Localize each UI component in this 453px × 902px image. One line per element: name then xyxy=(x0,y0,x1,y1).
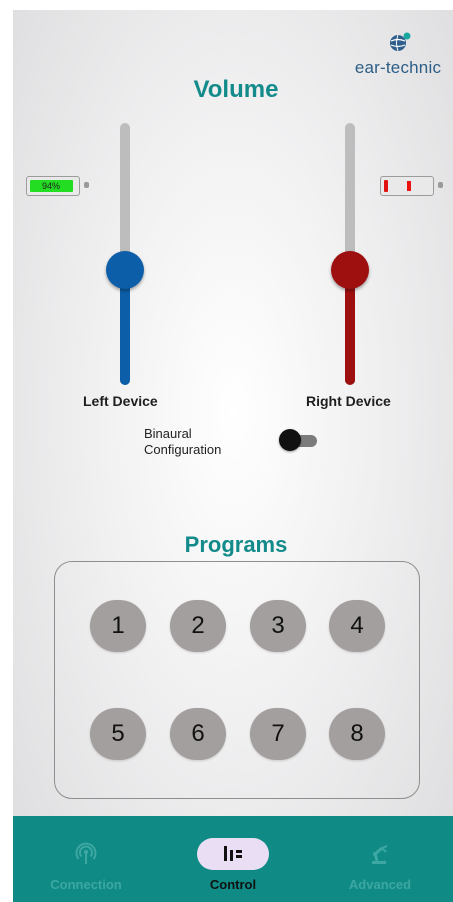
right-battery-level xyxy=(384,180,388,192)
left-slider-thumb[interactable] xyxy=(106,250,144,289)
binaural-label: Binaural Configuration xyxy=(144,426,221,458)
program-button-3[interactable]: 3 xyxy=(250,600,306,652)
nav-connection-label: Connection xyxy=(50,877,122,892)
program-button-4[interactable]: 4 xyxy=(329,600,385,652)
ear-technic-logo: ear-technic xyxy=(343,32,453,78)
robot-arm-icon xyxy=(372,845,388,864)
program-button-5[interactable]: 5 xyxy=(90,708,146,760)
right-volume-slider[interactable] xyxy=(330,123,370,385)
program-button-7[interactable]: 7 xyxy=(250,708,306,760)
battery-cap xyxy=(438,182,443,188)
bottom-navigation: Connection Control Advanced xyxy=(13,816,453,902)
logo-text: ear-technic xyxy=(354,58,442,77)
binaural-label-line2: Configuration xyxy=(144,442,222,457)
app-screen: ear-technic Volume 94% Left Device Right… xyxy=(13,10,453,902)
binaural-toggle[interactable] xyxy=(279,429,319,451)
program-button-8[interactable]: 8 xyxy=(329,708,385,760)
right-battery-warning-mark xyxy=(407,181,411,191)
programs-panel: 1 2 3 4 5 6 7 8 xyxy=(54,561,420,799)
left-volume-slider[interactable] xyxy=(105,123,145,385)
nav-advanced-label: Advanced xyxy=(348,877,412,892)
nav-connection[interactable]: Connection xyxy=(13,816,159,902)
right-battery-indicator xyxy=(380,176,443,196)
nav-advanced[interactable]: Advanced xyxy=(307,816,453,902)
nav-control-label: Control xyxy=(209,877,257,892)
left-device-label: Left Device xyxy=(83,393,158,409)
globe-icon xyxy=(390,32,411,52)
equalizer-icon xyxy=(224,846,242,861)
right-slider-thumb[interactable] xyxy=(331,250,369,289)
antenna-icon xyxy=(75,842,97,864)
toggle-knob[interactable] xyxy=(279,429,301,451)
binaural-label-line1: Binaural xyxy=(144,426,192,441)
left-battery-indicator: 94% xyxy=(26,176,89,196)
program-button-6[interactable]: 6 xyxy=(170,708,226,760)
left-battery-percent: 94% xyxy=(41,181,60,191)
program-button-2[interactable]: 2 xyxy=(170,600,226,652)
right-device-label: Right Device xyxy=(306,393,391,409)
nav-control[interactable]: Control xyxy=(160,816,306,902)
battery-cap xyxy=(84,182,89,188)
program-button-1[interactable]: 1 xyxy=(90,600,146,652)
volume-title: Volume xyxy=(193,76,279,103)
programs-title: Programs xyxy=(184,532,288,557)
